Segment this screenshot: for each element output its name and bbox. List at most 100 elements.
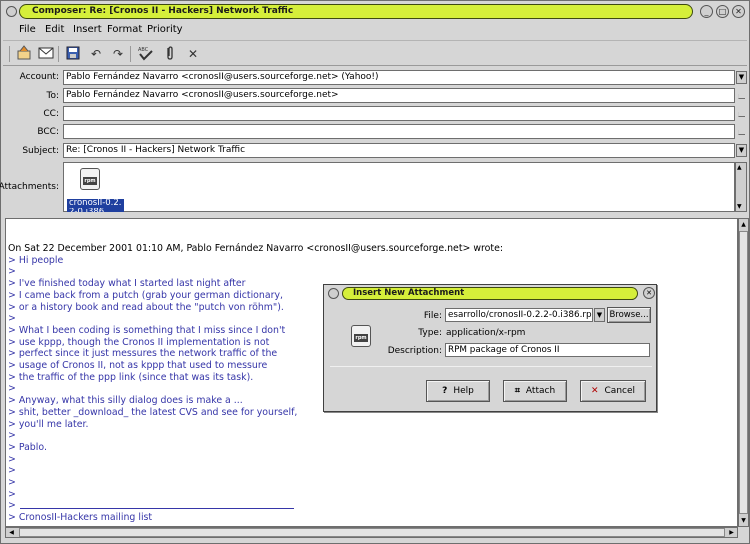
quoted-line: > perfect since it just messures the net… <box>8 348 278 359</box>
svg-text:ABC: ABC <box>138 47 149 53</box>
undo-icon[interactable]: ↶ <box>87 45 105 63</box>
scroll-up-icon[interactable]: ▲ <box>739 219 748 230</box>
cancel-label: Cancel <box>604 386 636 396</box>
account-select[interactable]: Pablo Fernández Navarro <cronosII@users.… <box>63 70 735 85</box>
quoted-line: > <box>8 266 16 277</box>
scroll-up-icon[interactable]: ▲ <box>737 164 742 171</box>
quoted-line: > shit, better _download_ the latest CVS… <box>8 407 298 418</box>
send-icon[interactable] <box>15 45 33 63</box>
cc-expand-icon[interactable] <box>738 112 745 117</box>
account-dropdown-icon[interactable]: ▼ <box>736 71 747 84</box>
body-horizontal-scrollbar[interactable]: ◀ ▶ <box>5 527 738 538</box>
menu-file[interactable]: File <box>19 24 36 35</box>
scroll-thumb[interactable] <box>739 231 748 514</box>
account-label: Account: <box>19 72 59 82</box>
toolbar-separator <box>58 46 59 62</box>
scroll-thumb[interactable] <box>19 528 725 537</box>
cc-field[interactable] <box>63 106 735 121</box>
quoted-line: > CronosII-Hackers mailing list <box>8 512 153 523</box>
to-field[interactable]: Pablo Fernández Navarro <cronosII@users.… <box>63 88 735 103</box>
attachments-scrollbar[interactable]: ▲ ▼ <box>735 162 747 212</box>
window-title: Composer: Re: [Cronos II - Hackers] Netw… <box>19 4 693 19</box>
quoted-line: > Anyway, what this silly dialog does is… <box>8 395 243 406</box>
type-label: Type: <box>418 328 442 338</box>
to-label: To: <box>46 91 59 101</box>
send-later-icon[interactable] <box>37 45 55 63</box>
body-vertical-scrollbar[interactable]: ▲ ▼ <box>738 218 749 527</box>
quoted-line: > <box>8 383 16 394</box>
toolbar-separator <box>130 46 131 62</box>
file-dropdown-icon[interactable]: ▼ <box>594 308 605 322</box>
toolbar-handle <box>9 46 10 62</box>
quoted-line: > I came back from a putch (grab your ge… <box>8 290 283 301</box>
scroll-right-icon[interactable]: ▶ <box>726 528 737 537</box>
quoted-line: > Pablo. <box>8 442 47 453</box>
attachment-name-2: 2-0.i386 <box>69 208 122 212</box>
toolbar: ↶ ↷ ABC ✕ <box>3 42 747 66</box>
quoted-line: > <box>8 477 16 488</box>
subject-dropdown-icon[interactable]: ▼ <box>736 144 747 157</box>
bcc-expand-icon[interactable] <box>738 130 745 135</box>
to-expand-icon[interactable] <box>738 94 745 99</box>
quoted-line: > I've finished today what I started las… <box>8 278 246 289</box>
bcc-field[interactable] <box>63 124 735 139</box>
save-icon[interactable] <box>64 45 82 63</box>
dialog-title: Insert New Attachment <box>342 287 638 300</box>
browse-button[interactable]: Browse... <box>607 307 651 323</box>
type-value: application/x-rpm <box>446 328 526 338</box>
cancel-button[interactable]: ✕ Cancel <box>580 380 646 402</box>
attach-button[interactable]: ⌗ Attach <box>503 380 567 402</box>
composer-window: Composer: Re: [Cronos II - Hackers] Netw… <box>0 0 750 544</box>
dialog-close-icon[interactable]: ✕ <box>643 287 655 299</box>
attachments-list[interactable]: rpm cronosII-0.2. 2-0.i386 <box>63 162 735 212</box>
redo-icon[interactable]: ↷ <box>109 45 127 63</box>
quoted-line: > or a history book and read about the "… <box>8 302 284 313</box>
quoted-line: > you'll me later. <box>8 419 89 430</box>
menu-edit[interactable]: Edit <box>45 24 64 35</box>
title-bar[interactable]: Composer: Re: [Cronos II - Hackers] Netw… <box>3 3 747 20</box>
help-icon: ? <box>442 386 448 396</box>
file-label: File: <box>423 311 442 321</box>
menu-format[interactable]: Format <box>107 24 142 35</box>
menubar: File Edit Insert Format Priority <box>3 21 747 41</box>
quoted-line: > <box>8 500 16 511</box>
help-button[interactable]: ? Help <box>426 380 490 402</box>
quoted-line: > usage of Cronos II, not as kppp that u… <box>8 360 268 371</box>
scroll-down-icon[interactable]: ▼ <box>737 203 742 210</box>
description-field[interactable]: RPM package of Cronos II <box>445 343 650 357</box>
quoted-line: > <box>8 313 16 324</box>
attachment-item[interactable]: cronosII-0.2. 2-0.i386 <box>67 199 124 212</box>
file-field[interactable]: esarrollo/cronosII-0.2.2-0.i386.rpm <box>445 308 593 322</box>
attachment-name: cronosII-0.2. <box>69 198 122 208</box>
subject-field[interactable]: Re: [Cronos II - Hackers] Network Traffi… <box>63 143 735 158</box>
quoted-line: > <box>8 465 16 476</box>
dialog-separator <box>330 366 652 367</box>
close-window-icon[interactable]: ✕ <box>732 5 745 18</box>
scroll-left-icon[interactable]: ◀ <box>6 528 17 537</box>
quoted-line: > Hi people <box>8 255 64 266</box>
attribution-line: On Sat 22 December 2001 01:10 AM, Pablo … <box>8 243 503 254</box>
spell-check-icon[interactable]: ABC <box>137 45 155 63</box>
attach-icon[interactable] <box>161 45 179 63</box>
window-menu-icon[interactable] <box>6 6 17 17</box>
quoted-line: > What I been coding is something that I… <box>8 325 286 336</box>
attach-icon: ⌗ <box>514 386 520 396</box>
cc-label: CC: <box>43 109 59 119</box>
rpm-package-icon[interactable]: rpm <box>77 166 103 194</box>
subject-label: Subject: <box>22 146 59 156</box>
minimize-icon[interactable]: _ <box>700 5 713 18</box>
scroll-down-icon[interactable]: ▼ <box>739 515 748 526</box>
description-label: Description: <box>387 346 442 356</box>
dialog-menu-icon[interactable] <box>328 288 339 299</box>
maximize-icon[interactable]: □ <box>716 5 729 18</box>
signature-rule <box>20 508 294 509</box>
menu-priority[interactable]: Priority <box>147 24 183 35</box>
quoted-line: > <box>8 430 16 441</box>
quoted-line: > the traffic of the ppp link (since tha… <box>8 372 254 383</box>
attach-label: Attach <box>525 386 556 396</box>
help-label: Help <box>453 386 474 396</box>
attachments-label: Attachments: <box>0 182 59 192</box>
menu-insert[interactable]: Insert <box>73 24 102 35</box>
cancel-icon: ✕ <box>590 386 599 396</box>
close-icon[interactable]: ✕ <box>184 45 202 63</box>
